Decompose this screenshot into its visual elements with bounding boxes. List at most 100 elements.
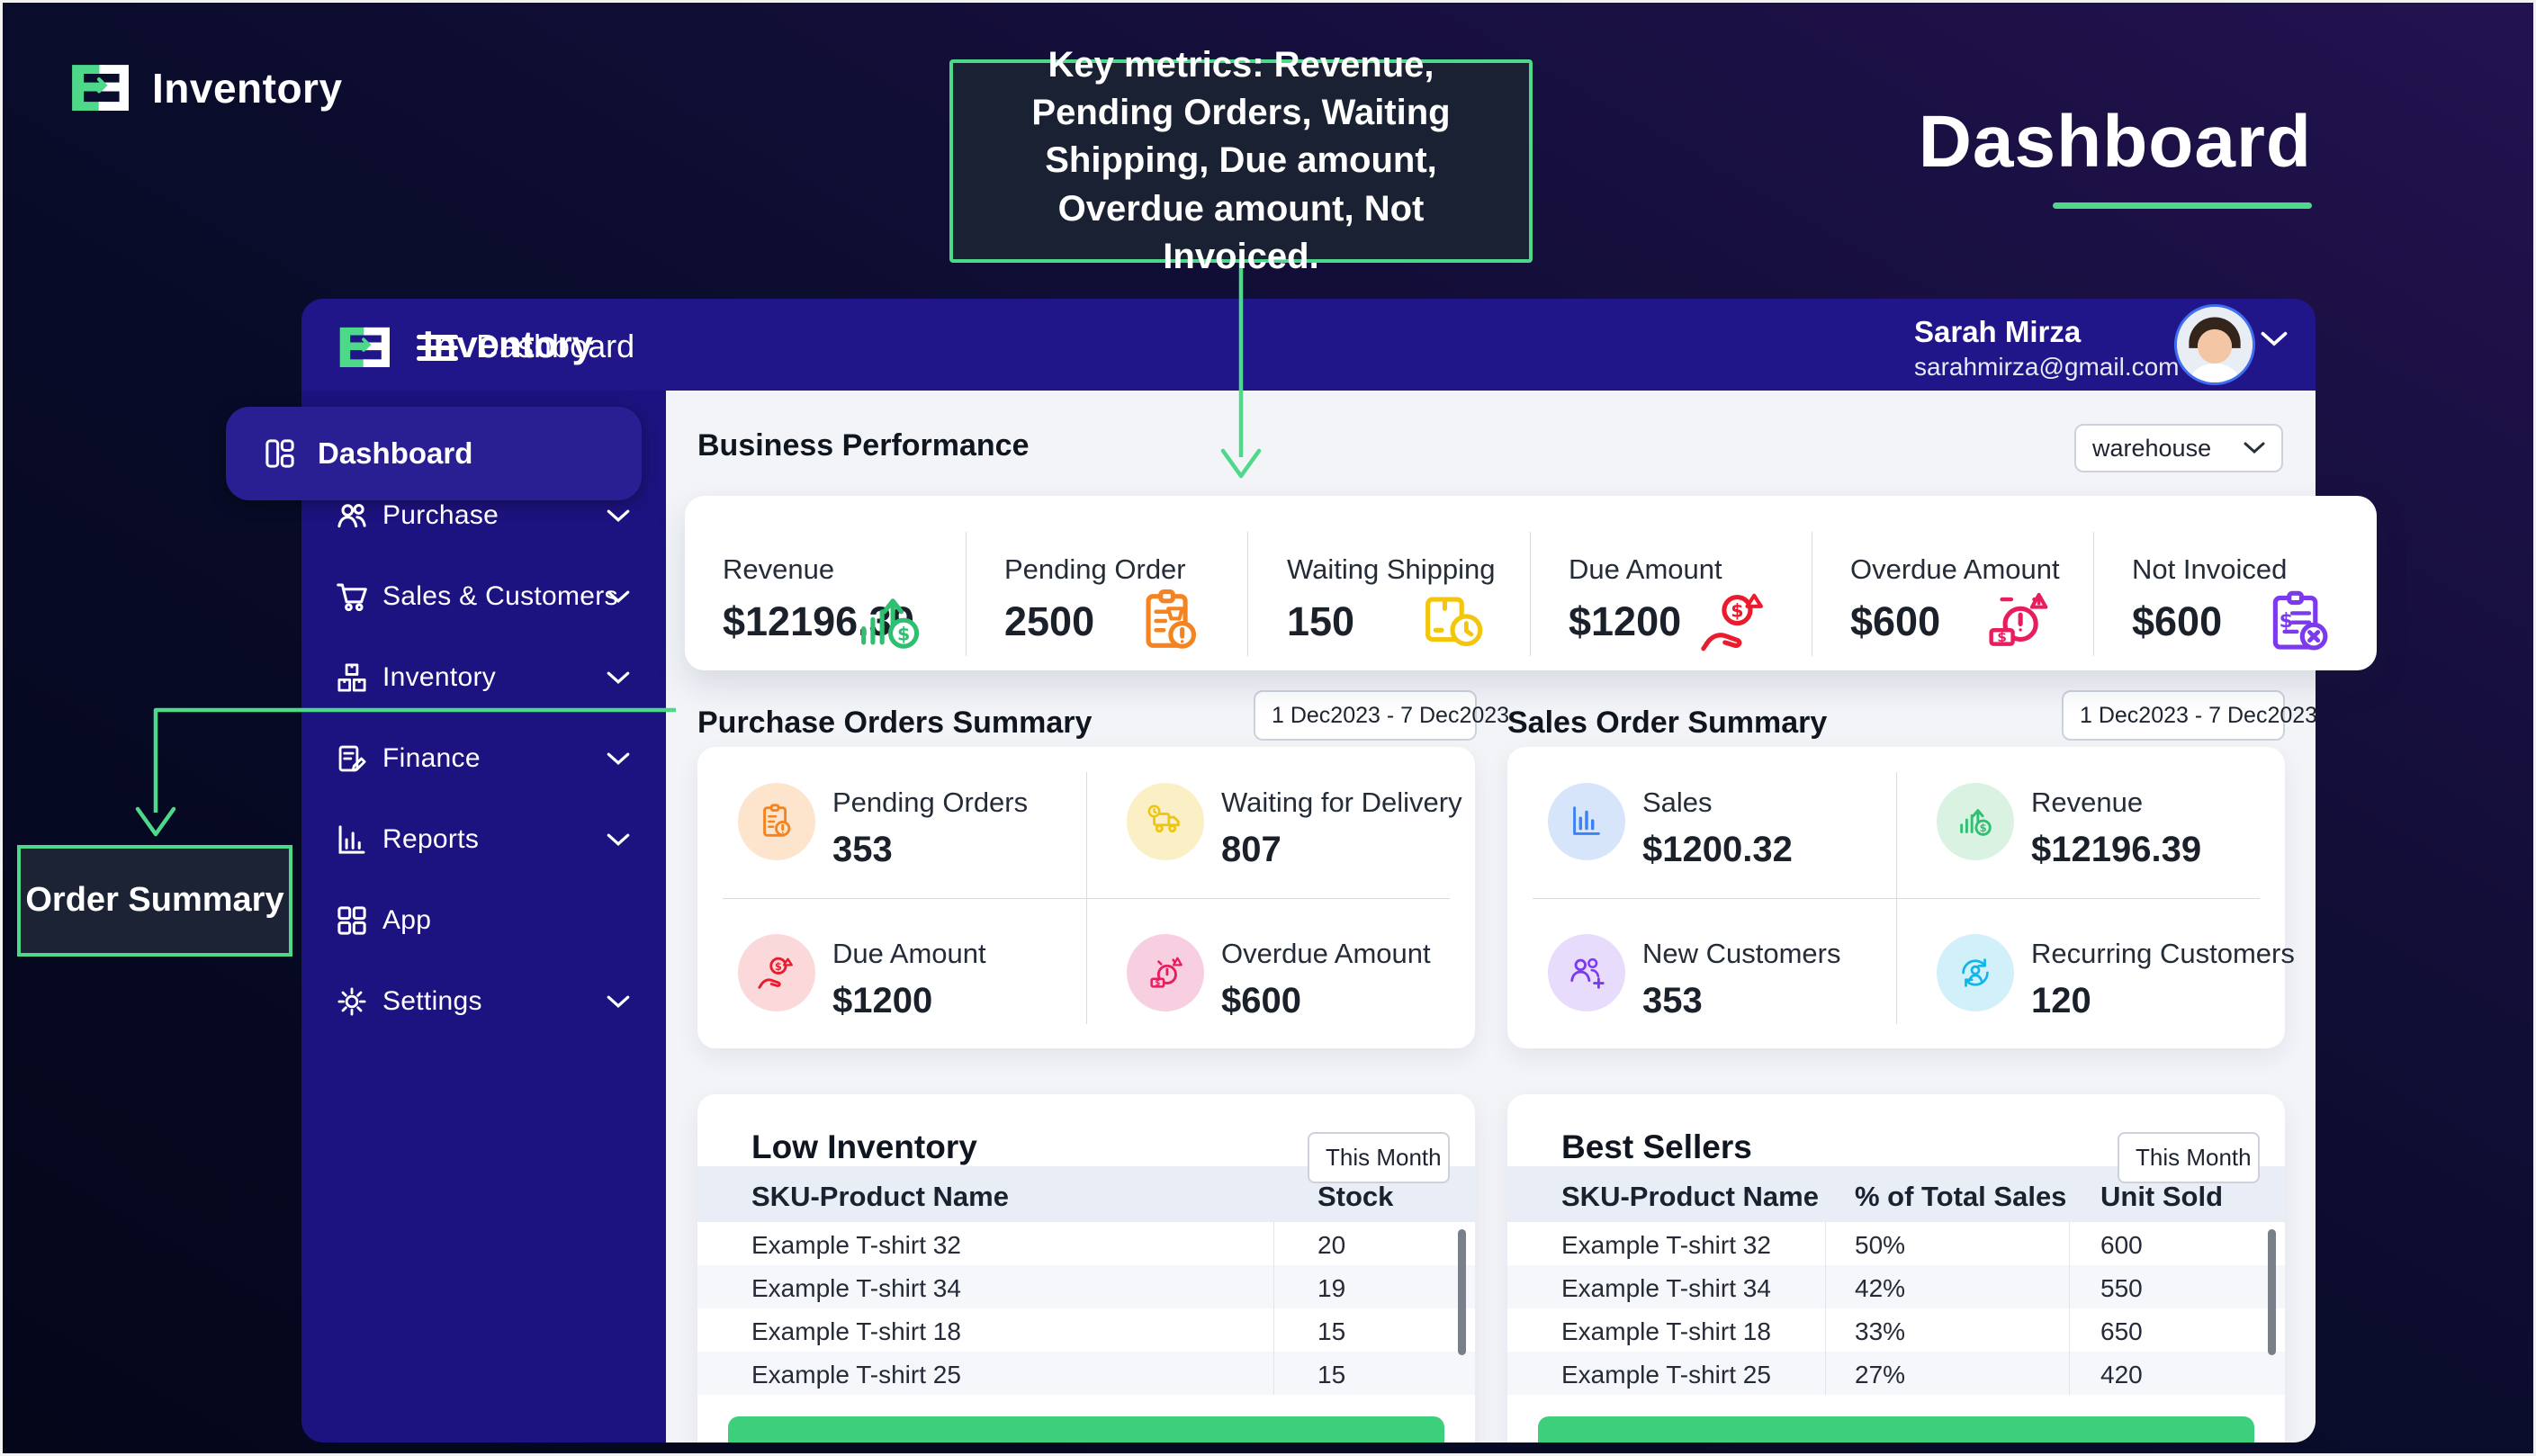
best-sellers-card: Best Sellers This Month SKU-Product Name… (1507, 1094, 2285, 1443)
sidebar-item-label: Purchase (382, 500, 499, 531)
user-avatar[interactable] (2174, 304, 2255, 385)
metric-due-amount: Due Amount $1200 $ (1531, 496, 1812, 670)
section-title-purchase-orders-summary: Purchase Orders Summary (697, 706, 1092, 741)
cell-percent: 42% (1855, 1274, 1905, 1303)
table-scrollbar[interactable] (1458, 1229, 1466, 1355)
table-row: Example T-shirt 18 33% 650 (1507, 1308, 2285, 1352)
cell-stock: 20 (1317, 1231, 1345, 1260)
user-menu-chevron-icon[interactable] (2261, 331, 2288, 352)
cell-stock: 15 (1317, 1361, 1345, 1389)
sidebar-item-finance[interactable]: Finance (301, 730, 666, 787)
metric-label: Waiting for Delivery (1221, 786, 1462, 819)
svg-text:$: $ (775, 960, 782, 973)
metric-value: $600 (2132, 598, 2222, 645)
sidebar-item-purchase[interactable]: Purchase (301, 487, 666, 544)
chevron-down-icon (607, 590, 630, 604)
metric-label: Sales (1642, 786, 1713, 819)
pending-orders-icon (738, 783, 815, 860)
metric-value: $1200 (832, 981, 932, 1021)
metric-value: $1200.32 (1642, 830, 1793, 870)
cell-stock: 15 (1317, 1317, 1345, 1346)
chevron-down-icon (607, 833, 630, 847)
sidebar-item-label: App (382, 905, 431, 936)
cell-percent: 33% (1855, 1317, 1905, 1346)
page-title: Dashboard (1919, 100, 2312, 184)
metric-revenue: Revenue $12196.39 $ (685, 496, 967, 670)
cell-product: Example T-shirt 32 (751, 1231, 961, 1260)
metric-value: 353 (832, 830, 893, 870)
cell-percent: 50% (1855, 1231, 1905, 1260)
sales-date-range-dropdown[interactable]: 1 Dec2023 - 7 Dec2023 (2062, 690, 2285, 741)
cell-units: 650 (2100, 1317, 2143, 1346)
menu-hamburger-icon[interactable] (417, 328, 458, 367)
table-row: Example T-shirt 18 15 (697, 1308, 1475, 1352)
table-row: Example T-shirt 25 15 (697, 1352, 1475, 1395)
app-header-title: Dashboard (476, 328, 634, 365)
metric-label: Overdue Amount (1850, 553, 2060, 586)
overdue-clock-money-icon: $ (1979, 584, 2053, 662)
sidebar-item-label: Settings (382, 986, 482, 1017)
best-sellers-action-button[interactable] (1538, 1416, 2254, 1443)
overdue-clock-icon: $ (1127, 934, 1204, 1011)
sidebar-item-label: Dashboard (318, 436, 472, 471)
presentation-slide: E Ǝ Inventory Key metrics: Revenue, Pend… (0, 0, 2536, 1456)
best-sellers-period-dropdown[interactable]: This Month (2118, 1132, 2260, 1183)
low-inventory-period-dropdown[interactable]: This Month (1308, 1132, 1450, 1183)
metric-value: 150 (1287, 598, 1354, 645)
new-customers-cell: New Customers 353 (1507, 898, 1896, 1049)
warehouse-dropdown[interactable]: warehouse (2074, 424, 2283, 472)
column-header: % of Total Sales (1855, 1181, 2066, 1213)
slide-brand: E Ǝ Inventory (69, 55, 343, 121)
purchase-date-range-value: 1 Dec2023 - 7 Dec2023 (1272, 703, 1509, 729)
cell-units: 600 (2100, 1231, 2143, 1260)
sales-summary-card: Sales $1200.32 $ Revenue $12196.39 (1507, 747, 2285, 1048)
business-performance-metrics-card: Revenue $12196.39 $ Pending Order 2500 W… (685, 496, 2377, 670)
cell-product: Example T-shirt 34 (1561, 1274, 1771, 1303)
metric-value: 353 (1642, 981, 1703, 1021)
svg-text:Ǝ: Ǝ (93, 55, 129, 121)
metric-pending-order: Pending Order 2500 (967, 496, 1248, 670)
low-inventory-action-button[interactable] (728, 1416, 1444, 1443)
chevron-down-icon (607, 752, 630, 766)
metric-label: Due Amount (1569, 553, 1722, 586)
metric-value: 2500 (1004, 598, 1094, 645)
hand-money-icon: $ (738, 934, 815, 1011)
column-header: SKU-Product Name (751, 1181, 1009, 1213)
user-email: sarahmirza@gmail.com (1914, 353, 2180, 382)
metric-value: 807 (1221, 830, 1281, 870)
sidebar-item-inventory[interactable]: Inventory (301, 649, 666, 706)
dashboard-icon (262, 436, 298, 472)
section-title-business-performance: Business Performance (697, 428, 1030, 463)
purchase-overdue-amount-cell: $ Overdue Amount $600 (1086, 898, 1475, 1049)
hand-money-alert-icon: $ (1697, 584, 1771, 662)
warehouse-dropdown-value: warehouse (2092, 435, 2211, 463)
table-row: Example T-shirt 34 42% 550 (1507, 1265, 2285, 1308)
metric-overdue-amount: Overdue Amount $600 $ (1812, 496, 2094, 670)
sidebar-item-settings[interactable]: Settings (301, 973, 666, 1030)
sales-date-range-value: 1 Dec2023 - 7 Dec2023 (2080, 703, 2316, 729)
cell-percent: 27% (1855, 1361, 1905, 1389)
table-scrollbar[interactable] (2268, 1229, 2276, 1355)
sidebar-item-reports[interactable]: Reports (301, 811, 666, 868)
sidebar-item-label: Inventory (382, 662, 496, 693)
callout-text: Key metrics: Revenue, Pending Orders, Wa… (976, 41, 1506, 281)
metric-label: Pending Order (1004, 553, 1186, 586)
sidebar-item-sales-customers[interactable]: Sales & Customers (301, 568, 666, 625)
purchase-date-range-dropdown[interactable]: 1 Dec2023 - 7 Dec2023 (1254, 690, 1477, 741)
purchase-pending-orders-cell: Pending Orders 353 (697, 747, 1086, 898)
column-divider (1273, 1222, 1274, 1395)
chevron-down-icon (607, 671, 630, 685)
gear-icon (334, 984, 370, 1020)
annotation-order-summary: Order Summary (17, 845, 292, 957)
svg-text:$: $ (1731, 600, 1743, 622)
recurring-customers-cell: Recurring Customers 120 (1896, 898, 2285, 1049)
app-grid-icon (334, 903, 370, 939)
svg-text:$: $ (2280, 609, 2293, 633)
metric-label: Recurring Customers (2031, 938, 2295, 970)
purchase-due-amount-cell: $ Due Amount $1200 (697, 898, 1086, 1049)
sidebar-item-app[interactable]: App (301, 892, 666, 949)
metric-label: Overdue Amount (1221, 938, 1431, 970)
metric-not-invoiced: Not Invoiced $600 $ (2094, 496, 2377, 670)
sales-revenue-cell: $ Revenue $12196.39 (1896, 747, 2285, 898)
revenue-growth-icon: $ (1937, 783, 2014, 860)
